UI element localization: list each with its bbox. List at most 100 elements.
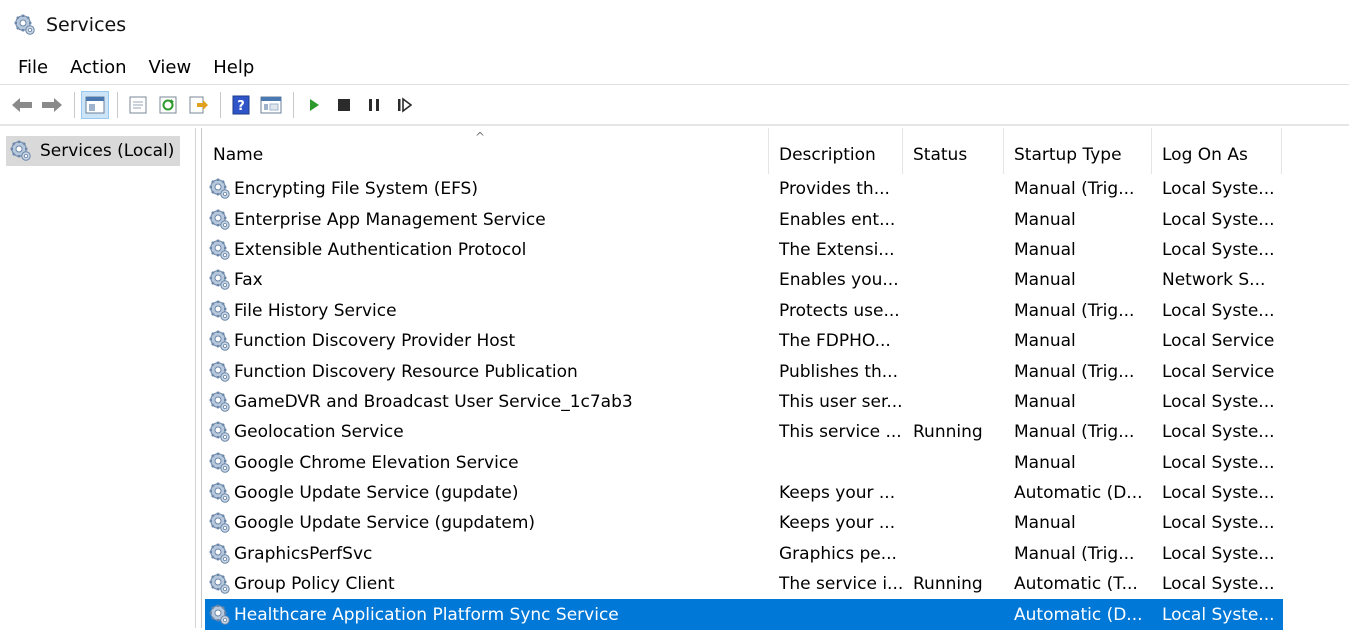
table-row[interactable]: Google Update Service (gupdate) Keeps you… bbox=[203, 478, 1349, 508]
table-row[interactable]: Google Chrome Elevation Service Manual Loc… bbox=[203, 448, 1349, 478]
menu-file[interactable]: File bbox=[10, 55, 56, 80]
service-gear-icon bbox=[209, 482, 231, 504]
column-header-log-on-as[interactable]: Log On As bbox=[1152, 128, 1282, 174]
pause-service-button[interactable] bbox=[360, 91, 388, 119]
table-row[interactable]: GameDVR and Broadcast User Service_1c7ab… bbox=[203, 387, 1349, 417]
tree-item-services-local[interactable]: Services (Local) bbox=[6, 136, 180, 166]
table-row[interactable]: Group Policy Client The service i... Runni… bbox=[203, 569, 1349, 599]
service-gear-icon bbox=[209, 391, 231, 413]
cell-startup-type: Manual bbox=[1014, 270, 1076, 291]
refresh-icon bbox=[159, 96, 177, 114]
toolbar-divider bbox=[0, 124, 1349, 126]
cell-log-on-as: Local Syste... bbox=[1162, 543, 1275, 564]
pane-splitter[interactable] bbox=[196, 128, 202, 628]
cell-log-on-as: Local Syste... bbox=[1162, 422, 1275, 443]
service-name: Group Policy Client bbox=[234, 574, 395, 595]
show-console-tree-icon bbox=[85, 96, 105, 114]
table-row[interactable]: Extensible Authentication Protocol The Ex… bbox=[203, 235, 1349, 265]
tree-item-label: Services (Local) bbox=[40, 141, 175, 161]
menu-view[interactable]: View bbox=[141, 55, 200, 80]
table-row[interactable]: Google Update Service (gupdatem) Keeps yo… bbox=[203, 508, 1349, 538]
cell-name: Healthcare Application Platform Sync Ser… bbox=[203, 604, 769, 626]
table-row[interactable]: Encrypting File System (EFS) Provides th.… bbox=[203, 174, 1349, 204]
resume-service-button[interactable] bbox=[390, 91, 418, 119]
service-gear-icon bbox=[209, 330, 231, 352]
cell-name: Encrypting File System (EFS) bbox=[203, 178, 769, 200]
table-row[interactable]: GraphicsPerfSvc Graphics pe... Manual (Tri… bbox=[203, 539, 1349, 569]
cell-log-on-as: Local Syste... bbox=[1162, 209, 1275, 230]
service-gear-icon bbox=[209, 543, 231, 565]
menu-help[interactable]: Help bbox=[205, 55, 262, 80]
stop-service-button[interactable] bbox=[330, 91, 358, 119]
cell-log-on-as: Local Syste... bbox=[1162, 513, 1275, 534]
table-row[interactable]: Healthcare Application Platform Sync Ser… bbox=[203, 599, 1349, 630]
view-button[interactable] bbox=[257, 91, 285, 119]
start-service-button[interactable] bbox=[300, 91, 328, 119]
service-name: Google Update Service (gupdatem) bbox=[234, 513, 536, 534]
back-button[interactable] bbox=[8, 91, 36, 119]
service-name: Enterprise App Management Service bbox=[234, 209, 546, 230]
cell-description: This service ... bbox=[779, 422, 902, 443]
cell-name: Fax bbox=[203, 269, 769, 291]
table-row[interactable]: Function Discovery Resource Publication P… bbox=[203, 356, 1349, 386]
menu-action[interactable]: Action bbox=[62, 55, 134, 80]
service-gear-icon bbox=[209, 452, 231, 474]
cell-description: This user ser... bbox=[779, 391, 903, 412]
toolbar-separator bbox=[74, 92, 75, 118]
cell-startup-type: Manual bbox=[1014, 239, 1076, 260]
service-name: Function Discovery Resource Publication bbox=[234, 361, 578, 382]
service-name: Healthcare Application Platform Sync Ser… bbox=[234, 604, 619, 625]
services-icon bbox=[10, 140, 32, 162]
help-icon: ? bbox=[232, 95, 250, 115]
cell-log-on-as: Local Syste... bbox=[1162, 574, 1275, 595]
column-header-startup-type[interactable]: Startup Type bbox=[1004, 128, 1152, 174]
service-gear-icon bbox=[209, 604, 231, 626]
cell-name: Google Chrome Elevation Service bbox=[203, 452, 769, 474]
cell-startup-type: Automatic (D... bbox=[1014, 483, 1143, 504]
stop-service-icon bbox=[338, 99, 350, 111]
table-row[interactable]: Function Discovery Provider Host The FDPH… bbox=[203, 326, 1349, 356]
cell-log-on-as: Local Syste... bbox=[1162, 300, 1275, 321]
service-gear-icon bbox=[209, 361, 231, 383]
table-row[interactable]: File History Service Protects use... Manua… bbox=[203, 296, 1349, 326]
column-header-label: Description bbox=[779, 145, 876, 165]
help-button[interactable]: ? bbox=[227, 91, 255, 119]
cell-log-on-as: Local Service bbox=[1162, 361, 1275, 382]
cell-startup-type: Manual bbox=[1014, 452, 1076, 473]
forward-button[interactable] bbox=[38, 91, 66, 119]
service-gear-icon bbox=[209, 300, 231, 322]
column-header-label: Startup Type bbox=[1014, 145, 1122, 165]
cell-startup-type: Manual bbox=[1014, 513, 1076, 534]
toolbar: ? bbox=[0, 88, 1349, 122]
show-hide-console-tree-button[interactable] bbox=[81, 91, 109, 119]
column-header-status[interactable]: Status bbox=[903, 128, 1004, 174]
table-row[interactable]: Enterprise App Management Service Enables… bbox=[203, 204, 1349, 234]
service-name: Fax bbox=[234, 270, 263, 291]
list-rows: Encrypting File System (EFS) Provides th.… bbox=[203, 174, 1349, 630]
service-name: Google Update Service (gupdate) bbox=[234, 483, 519, 504]
cell-description: Protects use... bbox=[779, 300, 900, 321]
cell-status: Running bbox=[913, 574, 983, 595]
cell-name: Geolocation Service bbox=[203, 421, 769, 443]
cell-log-on-as: Local Syste... bbox=[1162, 391, 1275, 412]
service-name: Extensible Authentication Protocol bbox=[234, 239, 527, 260]
export-list-button[interactable] bbox=[184, 91, 212, 119]
cell-status: Running bbox=[913, 422, 983, 443]
table-row[interactable]: Fax Enables you... Manual Network S... bbox=[203, 265, 1349, 295]
refresh-button[interactable] bbox=[154, 91, 182, 119]
column-header-description[interactable]: Description bbox=[769, 128, 903, 174]
toolbar-separator bbox=[293, 92, 294, 118]
cell-description: The Extensi... bbox=[779, 239, 895, 260]
pause-service-icon bbox=[369, 99, 379, 111]
properties-icon bbox=[129, 96, 147, 114]
column-header-name[interactable]: Name ^ bbox=[203, 128, 769, 174]
service-gear-icon bbox=[209, 573, 231, 595]
services-list: Name ^ Description Status Startup Type L… bbox=[203, 128, 1349, 630]
window-title: Services bbox=[46, 14, 127, 36]
title-bar: Services bbox=[0, 0, 1349, 50]
table-row[interactable]: Geolocation Service This service ... Runni… bbox=[203, 417, 1349, 447]
cell-startup-type: Manual (Trig... bbox=[1014, 179, 1135, 200]
back-arrow-icon bbox=[12, 98, 32, 112]
cell-description: Enables you... bbox=[779, 270, 899, 291]
properties-button[interactable] bbox=[124, 91, 152, 119]
